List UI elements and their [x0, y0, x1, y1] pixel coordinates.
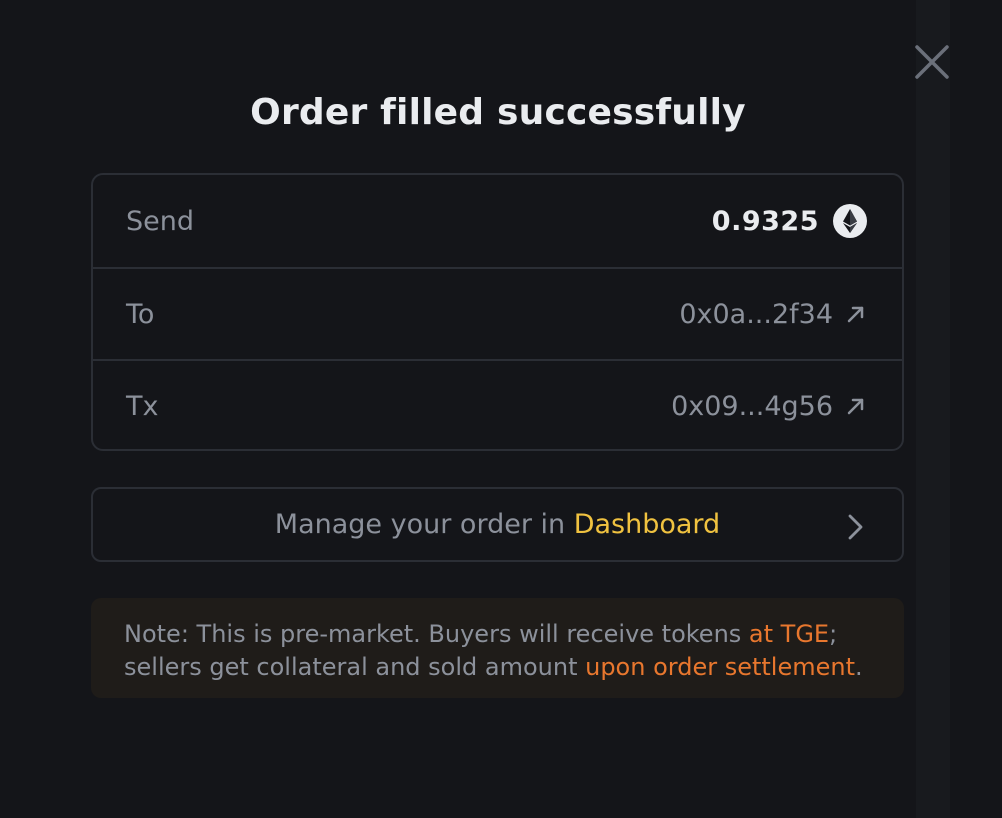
send-amount: 0.9325: [711, 205, 819, 237]
to-row: To 0x0a...2f34: [93, 267, 902, 359]
close-button[interactable]: [910, 40, 954, 84]
order-success-modal: Order filled successfully Send 0.9325 To: [0, 0, 1002, 818]
to-address-link[interactable]: 0x0a...2f34: [679, 299, 867, 330]
tx-row: Tx 0x09...4g56: [93, 359, 902, 449]
note-highlight-tge: at TGE: [748, 620, 830, 648]
order-details-card: Send 0.9325 To 0x0a...2f34 Tx 0x09...4g5…: [91, 173, 904, 451]
send-value-group: 0.9325: [712, 204, 867, 238]
note-text-3: .: [855, 653, 863, 681]
dashboard-link[interactable]: Dashboard: [574, 509, 720, 540]
note-text-1: Note: This is pre-market. Buyers will re…: [124, 620, 749, 648]
tx-label: Tx: [126, 390, 159, 422]
to-label: To: [126, 298, 155, 330]
manage-order-prefix: Manage your order in: [274, 509, 574, 540]
external-link-arrow-icon[interactable]: [845, 395, 867, 417]
to-address[interactable]: 0x0a...2f34: [679, 299, 833, 330]
note-highlight-settlement: upon order settlement: [585, 653, 855, 681]
external-link-arrow-icon[interactable]: [845, 303, 867, 325]
tx-hash-link[interactable]: 0x09...4g56: [671, 391, 867, 422]
tx-hash[interactable]: 0x09...4g56: [671, 391, 833, 422]
manage-order-text[interactable]: Manage your order in Dashboard: [275, 509, 720, 540]
send-label: Send: [126, 205, 195, 237]
chevron-right-icon[interactable]: [844, 513, 866, 541]
ethereum-icon: [833, 204, 867, 238]
pre-market-note: Note: This is pre-market. Buyers will re…: [91, 598, 904, 698]
manage-order-button[interactable]: Manage your order in Dashboard: [91, 487, 904, 562]
modal-title: Order filled successfully: [250, 92, 746, 133]
close-icon[interactable]: [910, 40, 954, 84]
send-row: Send 0.9325: [93, 175, 902, 267]
